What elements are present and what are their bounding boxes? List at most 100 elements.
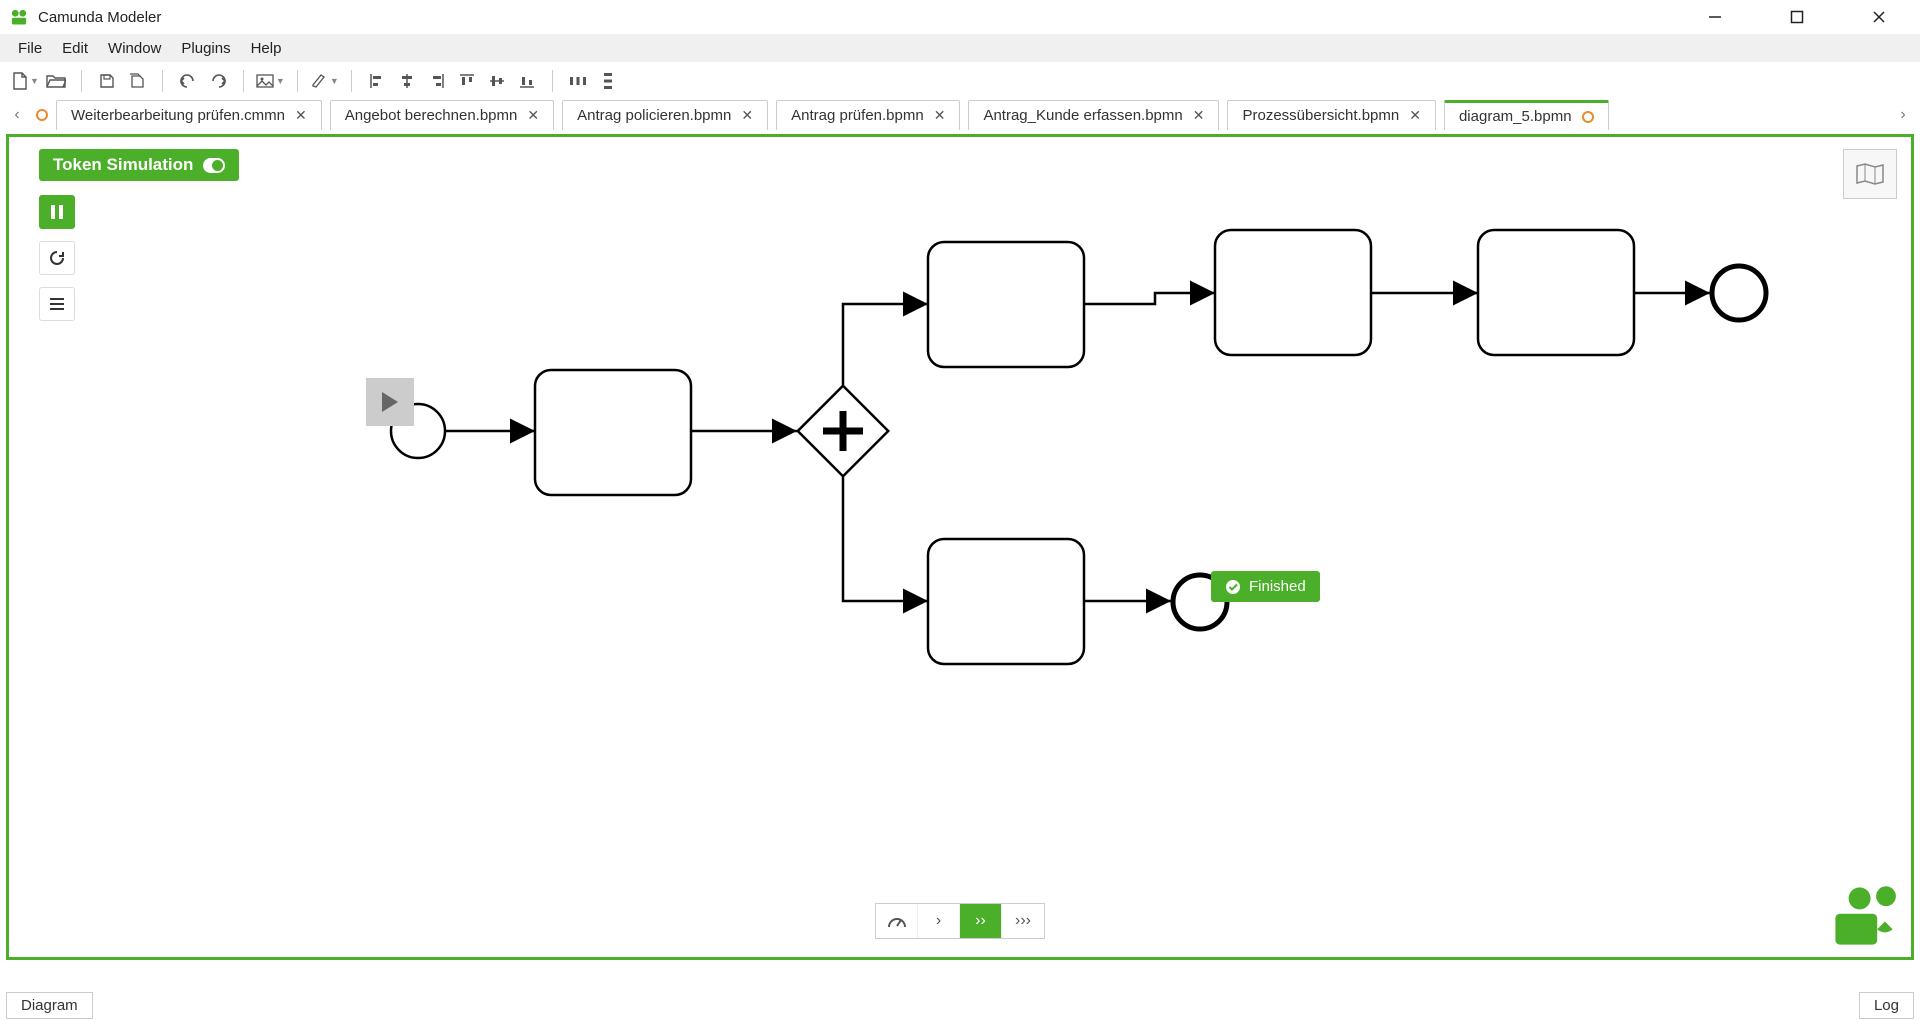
tab-label: Antrag_Kunde erfassen.bpmn xyxy=(983,107,1182,124)
menu-file[interactable]: File xyxy=(8,38,52,59)
tab-antrag-policieren[interactable]: Antrag policieren.bpmn ✕ xyxy=(562,100,768,130)
new-file-button[interactable]: ▼ xyxy=(12,68,39,94)
menu-edit[interactable]: Edit xyxy=(52,38,98,59)
tab-label: Weiterbearbeitung prüfen.cmmn xyxy=(71,107,285,124)
tab-label: Antrag policieren.bpmn xyxy=(577,107,731,124)
image-export-button[interactable]: ▼ xyxy=(256,68,285,94)
speed-slow[interactable]: › xyxy=(918,904,960,938)
task-4[interactable] xyxy=(1478,230,1634,355)
menu-plugins[interactable]: Plugins xyxy=(171,38,240,59)
triple-chevron-icon: ››› xyxy=(1015,912,1031,930)
distribute-v-button[interactable] xyxy=(595,68,621,94)
dirty-indicator-icon xyxy=(1582,111,1594,123)
menu-help[interactable]: Help xyxy=(241,38,292,59)
align-top-button[interactable] xyxy=(454,68,480,94)
speed-fast[interactable]: ››› xyxy=(1002,904,1044,938)
align-right-icon xyxy=(429,73,445,89)
close-icon[interactable]: ✕ xyxy=(295,107,307,124)
chevron-down-icon: ▼ xyxy=(30,76,39,86)
save-button[interactable] xyxy=(94,68,120,94)
parallel-gateway[interactable] xyxy=(798,386,889,477)
tab-angebot-berechnen[interactable]: Angebot berechnen.bpmn ✕ xyxy=(330,100,554,130)
close-icon[interactable]: ✕ xyxy=(1193,107,1205,124)
close-icon[interactable]: ✕ xyxy=(1409,107,1421,124)
align-left-button[interactable] xyxy=(364,68,390,94)
tabbar: ‹ Weiterbearbeitung prüfen.cmmn ✕ Angebot… xyxy=(0,100,1920,130)
distribute-h-icon xyxy=(569,73,587,89)
tab-weiterbearbeitung[interactable]: Weiterbearbeitung prüfen.cmmn ✕ xyxy=(56,100,322,130)
diagram-canvas[interactable]: Token Simulation xyxy=(6,134,1914,960)
speed-medium[interactable]: ›› xyxy=(960,904,1002,938)
task-2[interactable] xyxy=(928,242,1084,367)
open-file-button[interactable] xyxy=(43,68,69,94)
undo-button[interactable] xyxy=(175,68,201,94)
close-icon[interactable]: ✕ xyxy=(934,107,946,124)
menu-window[interactable]: Window xyxy=(98,38,171,59)
marker-icon xyxy=(310,73,328,89)
log-bottom-tab[interactable]: Log xyxy=(1859,992,1914,1019)
tab-label: Antrag prüfen.bpmn xyxy=(791,107,924,124)
distribute-h-button[interactable] xyxy=(565,68,591,94)
start-simulation-button[interactable] xyxy=(366,378,414,426)
chevron-right-icon: › xyxy=(936,912,941,930)
end-event-top[interactable] xyxy=(1712,266,1766,320)
align-center-v-icon xyxy=(489,73,505,89)
chevron-down-icon: ▼ xyxy=(276,76,285,86)
tab-label: Prozessübersicht.bpmn xyxy=(1242,107,1399,124)
app-icon xyxy=(10,8,28,26)
image-icon xyxy=(256,74,274,88)
tab-label: Angebot berechnen.bpmn xyxy=(345,107,518,124)
folder-open-icon xyxy=(46,73,66,89)
align-bottom-button[interactable] xyxy=(514,68,540,94)
tab-label: diagram_5.bpmn xyxy=(1459,108,1572,125)
tab-scroll-right[interactable]: › xyxy=(1892,100,1914,130)
redo-icon xyxy=(209,73,227,89)
align-center-v-button[interactable] xyxy=(484,68,510,94)
save-icon xyxy=(99,73,115,89)
simulation-speed-bar: › ›› ››› xyxy=(875,903,1045,939)
titlebar: Camunda Modeler xyxy=(0,0,1920,34)
dirty-indicator-icon xyxy=(36,109,48,121)
tab-prozessuebersicht[interactable]: Prozessübersicht.bpmn ✕ xyxy=(1227,100,1435,130)
app-title: Camunda Modeler xyxy=(38,9,1692,26)
play-icon xyxy=(380,391,400,413)
minimize-button[interactable] xyxy=(1692,3,1738,31)
redo-button[interactable] xyxy=(205,68,231,94)
menubar: File Edit Window Plugins Help xyxy=(0,34,1920,62)
file-icon xyxy=(12,72,28,90)
bpmn-diagram xyxy=(9,137,1911,957)
tab-antrag-pruefen[interactable]: Antrag prüfen.bpmn ✕ xyxy=(776,100,960,130)
diagram-bottom-tab[interactable]: Diagram xyxy=(6,992,93,1019)
camunda-logo xyxy=(1831,885,1897,947)
window-controls xyxy=(1692,3,1902,31)
distribute-v-icon xyxy=(600,72,616,90)
close-window-button[interactable] xyxy=(1856,3,1902,31)
finished-notification: Finished xyxy=(1211,571,1320,602)
task-3[interactable] xyxy=(1215,230,1371,355)
task-1[interactable] xyxy=(535,370,691,495)
align-center-h-icon xyxy=(399,73,415,89)
maximize-button[interactable] xyxy=(1774,3,1820,31)
toolbar: ▼ ▼ ▼ xyxy=(0,62,1920,100)
gauge-icon xyxy=(887,913,907,929)
finished-label: Finished xyxy=(1249,578,1306,595)
align-center-h-button[interactable] xyxy=(394,68,420,94)
save-all-button[interactable] xyxy=(124,68,150,94)
tab-scroll-left[interactable]: ‹ xyxy=(6,100,28,130)
close-icon[interactable]: ✕ xyxy=(527,107,539,124)
undo-icon xyxy=(179,73,197,89)
check-circle-icon xyxy=(1225,579,1241,595)
align-top-icon xyxy=(459,73,475,89)
chevron-down-icon: ▼ xyxy=(330,76,339,86)
close-icon[interactable]: ✕ xyxy=(741,107,753,124)
tab-diagram-5[interactable]: diagram_5.bpmn xyxy=(1444,100,1609,130)
highlight-button[interactable]: ▼ xyxy=(310,68,339,94)
align-bottom-icon xyxy=(519,73,535,89)
save-all-icon xyxy=(128,72,146,90)
bottombar: Diagram Log xyxy=(0,990,1920,1020)
align-right-button[interactable] xyxy=(424,68,450,94)
tab-antrag-kunde[interactable]: Antrag_Kunde erfassen.bpmn ✕ xyxy=(968,100,1219,130)
speed-gauge[interactable] xyxy=(876,904,918,938)
task-5[interactable] xyxy=(928,539,1084,664)
double-chevron-icon: ›› xyxy=(975,912,986,930)
